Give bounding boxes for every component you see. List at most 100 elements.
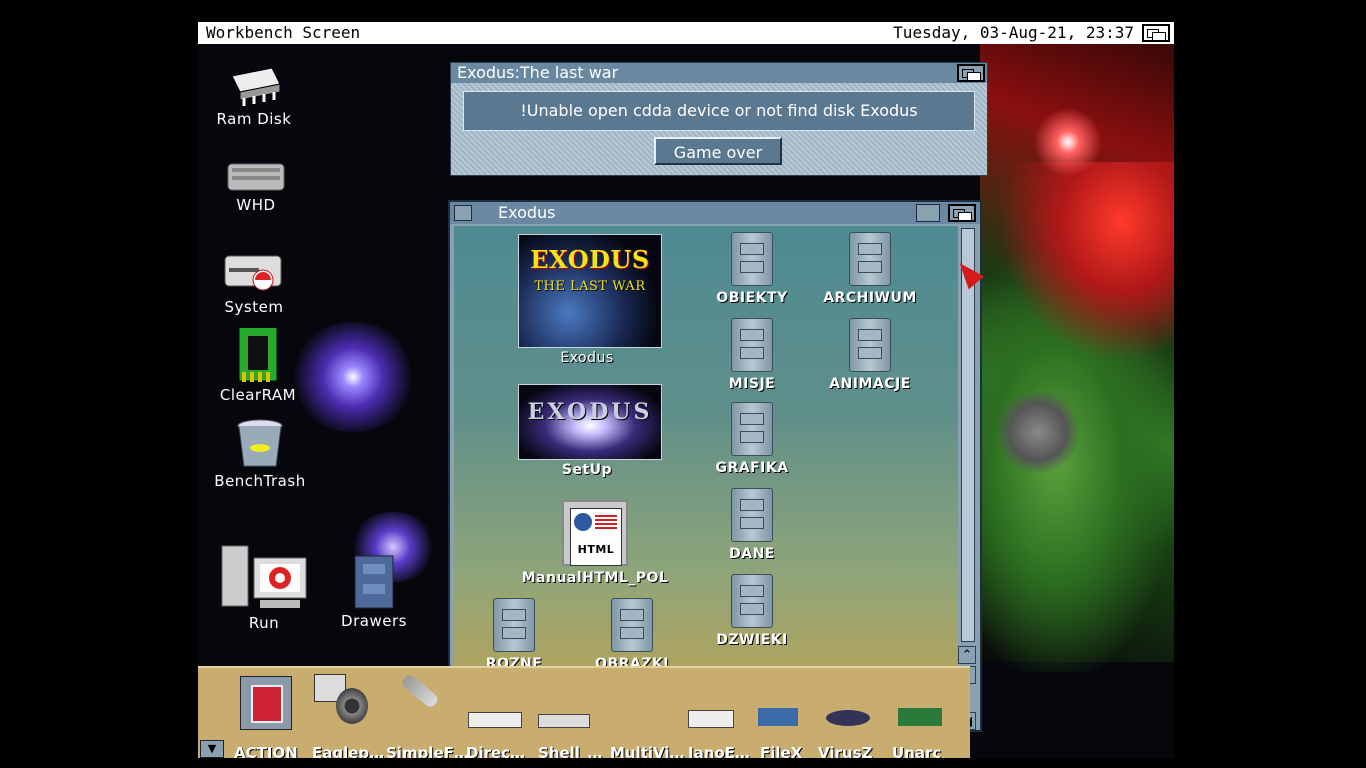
drawer-icon: [611, 598, 653, 652]
requester-title: Exodus:The last war: [457, 63, 619, 82]
dock-item-virusz[interactable]: VirusZ: [818, 744, 872, 758]
desktop-icon-whd[interactable]: WHD: [206, 156, 306, 214]
drawer-icon: [849, 318, 891, 372]
icon-label: SetUp: [561, 462, 613, 478]
dock-item-action[interactable]: ACTION: [234, 744, 298, 758]
globe-icon: [574, 513, 592, 531]
icon-label: ARCHIWUM: [823, 290, 917, 306]
workbench-screen: Workbench Screen Tuesday, 03-Aug-21, 23:…: [198, 22, 1174, 758]
zoom-gadget-icon[interactable]: [916, 204, 940, 222]
screen-title-bar[interactable]: Workbench Screen Tuesday, 03-Aug-21, 23:…: [198, 22, 1174, 44]
window-title-bar[interactable]: Exodus: [450, 202, 980, 224]
app-dock: ▼ ACTION Eaglep… SimpleF… Direc… Shell_……: [198, 666, 970, 758]
speaker-icon: [336, 688, 368, 724]
simplefind-app-icon[interactable]: [394, 672, 444, 724]
icon-exodus[interactable]: EXODUS THE LAST WAR Exodus: [512, 234, 662, 366]
icon-label: ANIMACJE: [829, 376, 911, 392]
drawer-icon: [731, 402, 773, 456]
dock-item-unarc[interactable]: Unarc: [892, 744, 941, 758]
desktop-icon-run[interactable]: Run: [214, 542, 314, 632]
icon-label: ManualHTML_POL: [521, 570, 669, 586]
icon-label: OBIEKTY: [716, 290, 788, 306]
vertical-scrollbar[interactable]: ⌃ ⌄: [958, 226, 978, 686]
clock: Tuesday, 03-Aug-21, 23:37: [893, 23, 1134, 42]
html-document-icon: HTML: [562, 500, 628, 566]
filex-app-icon[interactable]: [758, 708, 798, 726]
drawer-archiwum[interactable]: ARCHIWUM: [810, 232, 930, 306]
virusz-app-icon[interactable]: [826, 710, 870, 726]
depth-gadget-icon[interactable]: [957, 64, 985, 82]
desktop-icon-label: ClearRAM: [219, 386, 297, 404]
dock-menu-arrow-icon[interactable]: ▼: [200, 740, 224, 758]
icon-manual[interactable]: HTML ManualHTML_POL: [520, 500, 670, 586]
desktop-icon-drawers[interactable]: Drawers: [324, 554, 424, 630]
requester-title-bar[interactable]: Exodus:The last war: [451, 63, 987, 83]
desktop-icon-clearram[interactable]: ClearRAM: [208, 327, 308, 404]
drawer-cabinet-icon: [349, 554, 399, 610]
unarc-app-icon[interactable]: [898, 708, 942, 726]
depth-gadget-icon[interactable]: [948, 204, 976, 222]
setup-icon: EXODUS: [518, 384, 662, 460]
icon-label: GRAFIKA: [715, 460, 789, 476]
exodus-art-title: EXODUS: [530, 245, 650, 274]
desktop-icon-label: Ram Disk: [216, 110, 292, 128]
drawer-grafika[interactable]: GRAFIKA: [692, 402, 812, 476]
dock-item-shell[interactable]: Shell_…: [538, 744, 602, 758]
window-title: Exodus: [498, 203, 556, 222]
dock-item-eagleplayer[interactable]: Eaglep…: [312, 744, 384, 758]
desktop-icon-benchtrash[interactable]: BenchTrash: [210, 418, 310, 490]
close-gadget-icon[interactable]: [454, 205, 472, 221]
wallpaper-red-burst: [998, 162, 1174, 362]
drawer-misje[interactable]: MISJE: [692, 318, 812, 392]
exodus-game-icon: EXODUS THE LAST WAR: [518, 234, 662, 348]
directory-app-icon[interactable]: [468, 712, 522, 728]
janoeditor-app-icon[interactable]: [688, 710, 734, 728]
desktop-icon-label: System: [224, 298, 284, 316]
eagleplayer-app-icon[interactable]: [314, 674, 370, 726]
icon-label: Exodus: [560, 350, 614, 366]
dock-item-multiview[interactable]: MultiVi…: [610, 744, 685, 758]
exodus-drawer-window: Exodus EXODUS THE LAST WAR Exodus EXODUS…: [448, 200, 982, 732]
memory-module-icon: [238, 327, 278, 384]
system-drive-icon: [223, 246, 285, 296]
dock-item-simplefind[interactable]: SimpleF…: [386, 744, 469, 758]
icon-label: DZWIEKI: [716, 632, 788, 648]
game-over-button[interactable]: Game over: [654, 137, 782, 165]
drawer-icon: [493, 598, 535, 652]
icon-setup[interactable]: EXODUS SetUp: [512, 384, 662, 478]
html-label: HTML: [577, 543, 615, 556]
drawer-obrazki[interactable]: OBRAZKI: [572, 598, 692, 672]
desktop-icon-ram-disk[interactable]: Ram Disk: [204, 62, 304, 128]
flag-icon: [595, 515, 617, 529]
drawer-animacje[interactable]: ANIMACJE: [810, 318, 930, 392]
wallpaper-star: [1028, 102, 1108, 182]
scroll-up-arrow-icon[interactable]: ⌃: [958, 646, 976, 664]
icon-label: MISJE: [728, 376, 776, 392]
drawer-icon: [731, 574, 773, 628]
document-page: HTML: [570, 508, 622, 566]
flashlight-icon: [400, 672, 440, 710]
vertical-scroll-knob[interactable]: [961, 228, 975, 642]
drawer-dzwieki[interactable]: DZWIEKI: [692, 574, 812, 648]
window-contents: EXODUS THE LAST WAR Exodus EXODUS SetUp: [454, 226, 958, 690]
error-requester: Exodus:The last war !Unable open cdda de…: [450, 62, 988, 176]
action-app-icon[interactable]: [240, 676, 292, 730]
trash-can-icon: [234, 418, 286, 470]
drawer-icon: [731, 488, 773, 542]
drawer-icon: [731, 318, 773, 372]
drawer-dane[interactable]: DANE: [692, 488, 812, 562]
drawer-obiekty[interactable]: OBIEKTY: [692, 232, 812, 306]
dock-item-filex[interactable]: FileX: [760, 744, 802, 758]
ram-chip-icon: [226, 62, 282, 108]
drawer-icon: [849, 232, 891, 286]
dock-item-janoeditor[interactable]: JanoE…: [688, 744, 750, 758]
drawer-rozne[interactable]: ROZNE: [454, 598, 574, 672]
wallpaper-grey-patch: [998, 392, 1078, 472]
desktop-icon-label: WHD: [236, 196, 276, 214]
computer-icon: [220, 542, 308, 612]
shell-app-icon[interactable]: [538, 714, 590, 728]
dock-item-directory[interactable]: Direc…: [466, 744, 525, 758]
desktop-icon-system[interactable]: System: [204, 246, 304, 316]
multiview-app-icon[interactable]: [638, 708, 668, 726]
depth-gadget-icon[interactable]: [1142, 24, 1170, 42]
